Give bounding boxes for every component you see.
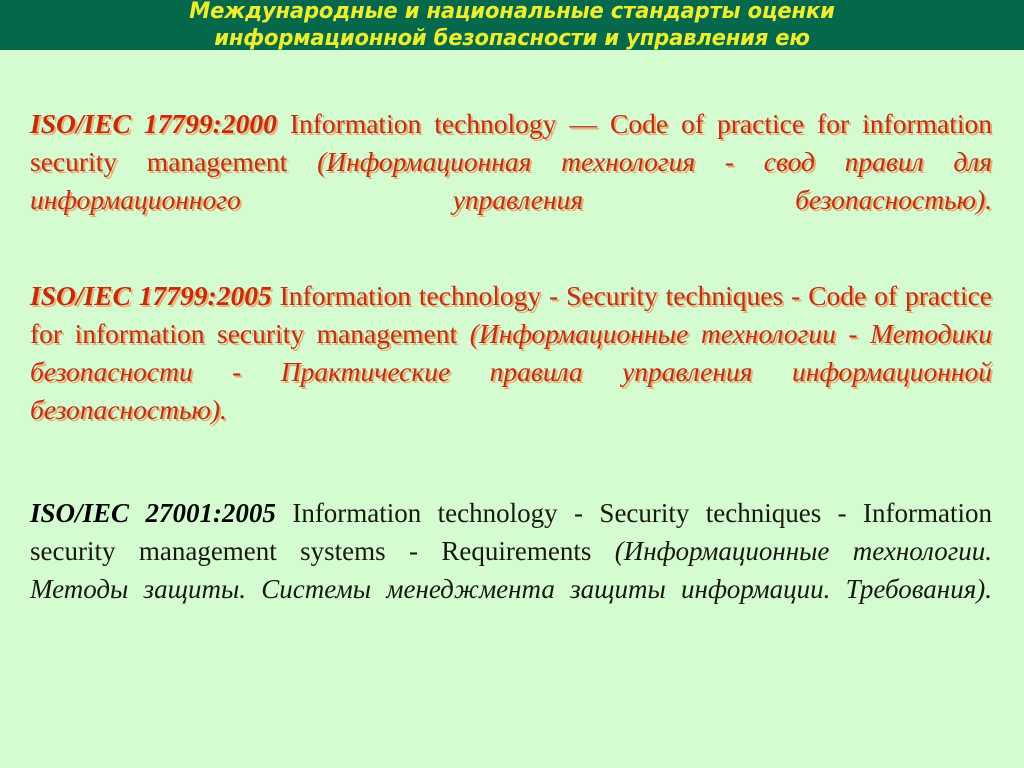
standard-block-iso-17799-2000: ISO/IEC 17799:2000 Information technolog…	[30, 105, 992, 257]
standard-block-iso-17799-2005: ISO/IEC 17799:2005 Information technolog…	[30, 277, 992, 467]
slide: Международные и национальные стандарты о…	[0, 0, 1024, 768]
standard-code: ISO/IEC 27001:2005	[30, 498, 276, 528]
standard-block-iso-27001-2005: ISO/IEC 27001:2005 Information technolog…	[30, 494, 992, 646]
slide-title: Международные и национальные стандарты о…	[0, 0, 1024, 52]
standard-code: ISO/IEC 17799:2000	[30, 108, 277, 139]
standard-code: ISO/IEC 17799:2005	[30, 280, 272, 311]
slide-title-line-1: Международные и национальные стандарты о…	[189, 0, 835, 24]
standard-title-en	[277, 108, 290, 139]
slide-title-line-2: информационной безопасности и управления…	[214, 26, 810, 51]
